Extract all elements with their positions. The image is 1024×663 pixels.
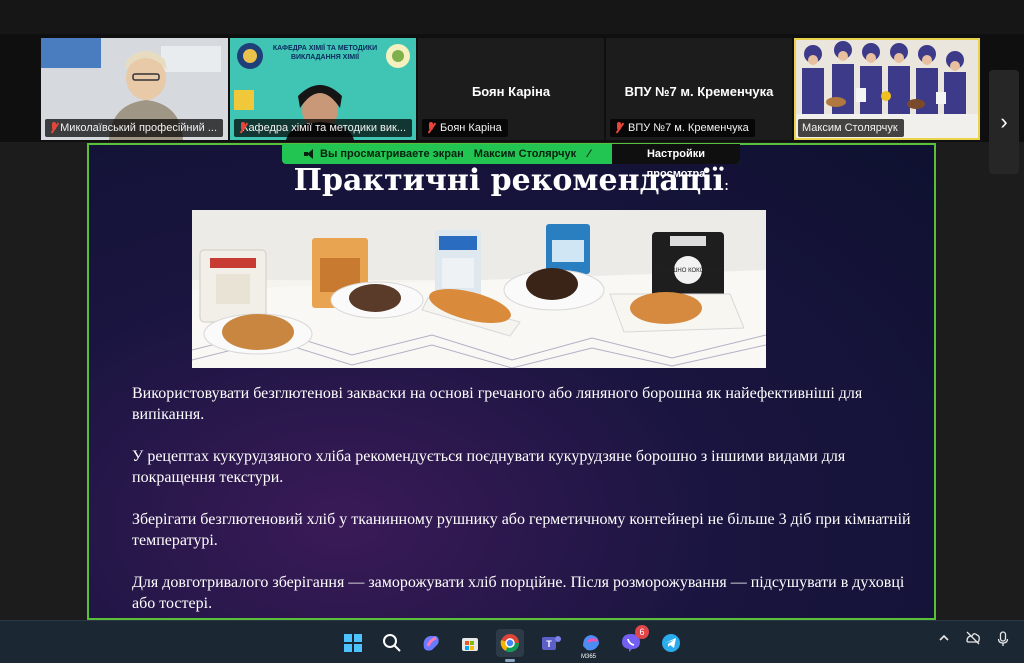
view-options-button[interactable]: Настройки просмотра <box>612 144 740 180</box>
mic-muted-icon: ⁄ <box>588 148 590 160</box>
store-icon[interactable] <box>456 629 484 657</box>
slide-body: Використовувати безглютенові закваски на… <box>132 383 922 618</box>
chrome-icon[interactable] <box>496 629 524 662</box>
participant-name-label: Максим Столярчук <box>798 119 904 137</box>
top-bar <box>0 0 1024 34</box>
network-offline-icon[interactable] <box>965 631 981 648</box>
viber-icon[interactable]: 6 <box>617 625 649 657</box>
recommendation-paragraph: Зберігати безглютеновий хліб у тканинном… <box>132 511 911 549</box>
participant-name-label: Боян Каріна <box>422 119 508 137</box>
m365-icon[interactable]: M365 <box>577 629 605 660</box>
recommendation-paragraph: Використовувати безглютенові закваски на… <box>132 385 863 423</box>
chem-department-logo-text: КАФЕДРА ХІМІЇ ТА МЕТОДИКИ ВИКЛАДАННЯ ХІМ… <box>272 45 378 61</box>
chevron-right-icon: › <box>1000 109 1008 134</box>
windows-start-icon[interactable] <box>339 629 367 657</box>
mic-muted-icon <box>614 122 624 134</box>
package-label-text: БОРОШНО КОКОСОВЕ <box>655 268 721 274</box>
mic-muted-icon <box>426 122 436 134</box>
participant-display-name: ВПУ №7 м. Кременчука <box>624 84 774 99</box>
microphone-icon[interactable] <box>997 631 1009 650</box>
mic-muted-icon <box>49 122 57 134</box>
screen-share-banner: Вы просматриваете экран Максим Столярчук… <box>282 144 740 180</box>
recommendation-paragraph: Для довготривалого зберігання — заморожу… <box>132 574 905 612</box>
participant-tile-1[interactable]: Миколаївський професійний ... <box>41 38 228 140</box>
shared-screen-slide: Практичні рекомендації: БОРОШНО КОКОСОВЕ… <box>87 143 936 620</box>
search-icon[interactable] <box>378 629 406 657</box>
teams-icon[interactable]: T <box>537 629 565 657</box>
meeting-window: Миколаївський професійний ... КАФЕДРА ХІ… <box>0 0 1024 620</box>
participant-tile-5[interactable]: Максим Столярчук <box>794 38 980 140</box>
participant-tile-3[interactable]: Боян Каріна Боян Каріна <box>418 38 604 140</box>
next-page-button[interactable]: › <box>989 70 1019 174</box>
speaker-icon <box>304 149 314 159</box>
notification-badge: 6 <box>635 625 649 639</box>
share-status: Вы просматриваете экран Максим Столярчук… <box>282 148 612 160</box>
participant-name-label: Кафедра хімії та методики вик... <box>234 119 412 137</box>
participant-strip: Миколаївський професійний ... КАФЕДРА ХІ… <box>0 34 1024 174</box>
svg-text:T: T <box>546 639 552 649</box>
slide-title: Практичні рекомендації: <box>293 163 730 198</box>
bread-products-photo: БОРОШНО КОКОСОВЕ <box>192 210 766 368</box>
participant-display-name: Боян Каріна <box>471 84 551 99</box>
copilot-icon[interactable] <box>417 629 445 657</box>
participant-tile-4[interactable]: ВПУ №7 м. Кременчука ВПУ №7 м. Кременчук… <box>606 38 792 140</box>
telegram-icon[interactable] <box>657 629 685 657</box>
m365-label: M365 <box>581 654 597 660</box>
recommendation-paragraph: У рецептах кукурудзяного хліба рекоменду… <box>132 448 846 486</box>
show-hidden-icons-chevron[interactable] <box>938 631 950 647</box>
participant-tile-2[interactable]: КАФЕДРА ХІМІЇ ТА МЕТОДИКИ ВИКЛАДАННЯ ХІМ… <box>230 38 416 140</box>
participant-name-label: Миколаївський професійний ... <box>45 119 223 137</box>
windows-taskbar: T M365 6 <box>0 620 1024 663</box>
participant-name-label: ВПУ №7 м. Кременчука <box>610 119 755 137</box>
